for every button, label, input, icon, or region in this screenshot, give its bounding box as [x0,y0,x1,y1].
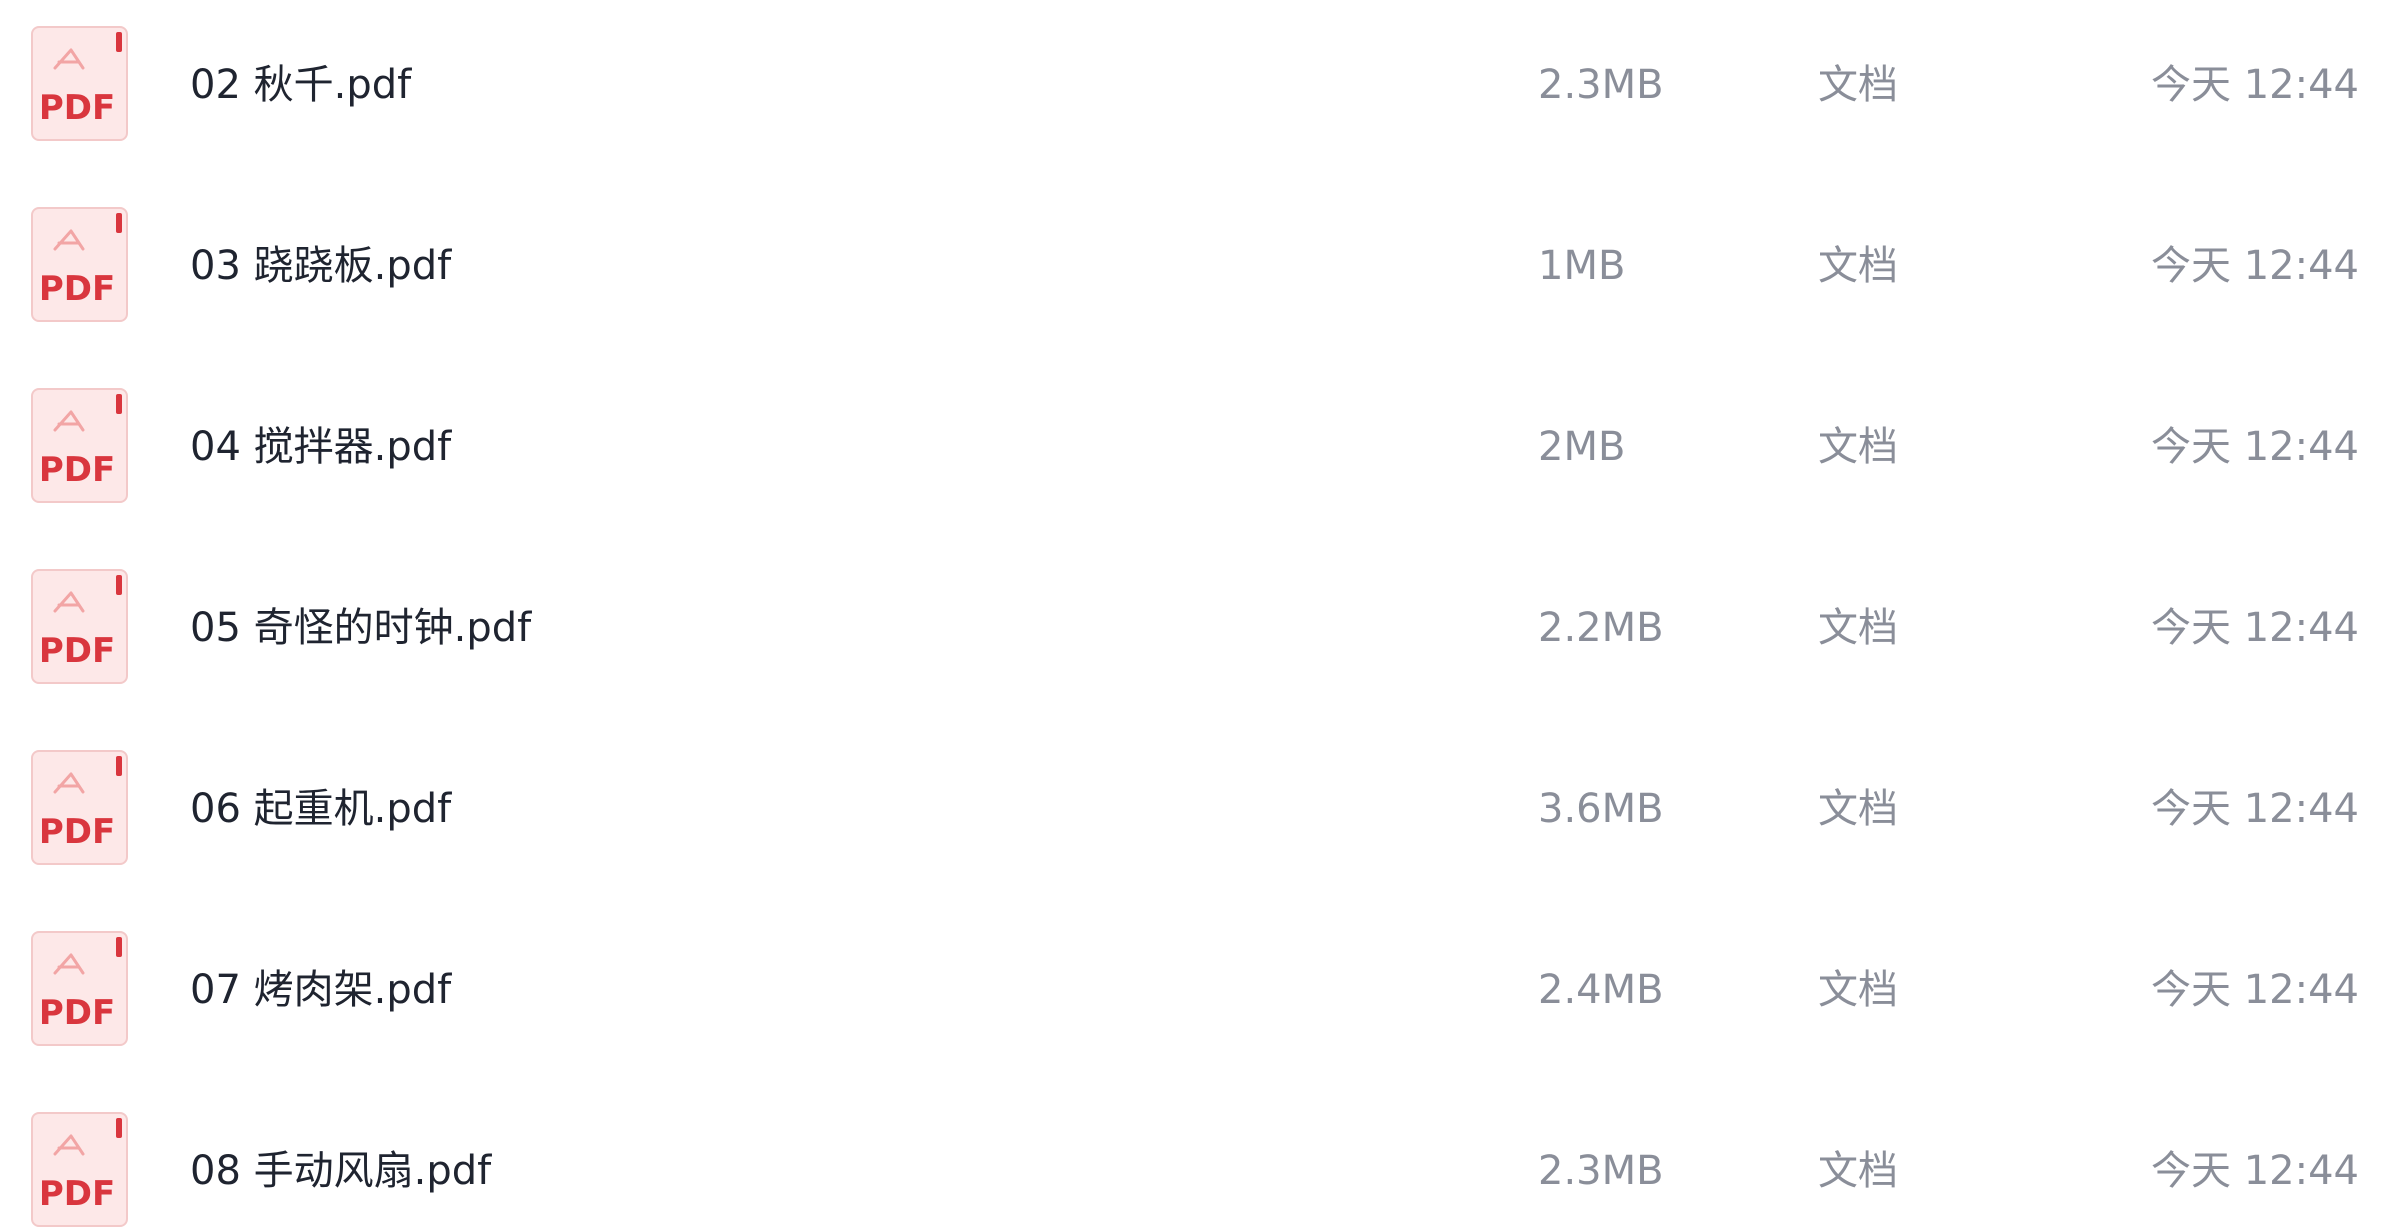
pdf-file-icon: PDF [31,931,128,1046]
file-row[interactable]: PDF 07 烤肉架.pdf 2.4MB 文档 今天 12:44 [0,905,2397,1086]
file-type: 文档 [1818,786,1898,832]
file-modified-time: 今天 12:44 [2151,786,2359,832]
file-modified-time: 今天 12:44 [2151,62,2359,108]
pdf-file-icon: PDF [31,207,128,322]
file-type: 文档 [1818,605,1898,651]
file-row[interactable]: PDF 03 跷跷板.pdf 1MB 文档 今天 12:44 [0,181,2397,362]
file-row[interactable]: PDF 05 奇怪的时钟.pdf 2.2MB 文档 今天 12:44 [0,543,2397,724]
file-size: 2.2MB [1538,605,1664,651]
file-type: 文档 [1818,967,1898,1013]
file-name[interactable]: 04 搅拌器.pdf [190,419,451,475]
file-size: 2.3MB [1538,1148,1664,1194]
file-list: PDF 02 秋千.pdf 2.3MB 文档 今天 12:44 PDF 03 跷… [0,0,2397,1227]
file-size: 1MB [1538,243,1626,289]
file-modified-time: 今天 12:44 [2151,605,2359,651]
file-modified-time: 今天 12:44 [2151,967,2359,1013]
file-modified-time: 今天 12:44 [2151,1148,2359,1194]
file-row[interactable]: PDF 08 手动风扇.pdf 2.3MB 文档 今天 12:44 [0,1086,2397,1227]
pdf-file-icon: PDF [31,1112,128,1227]
file-type: 文档 [1818,62,1898,108]
pdf-icon-label: PDF [39,812,115,852]
pdf-file-icon: PDF [31,569,128,684]
file-size: 2.4MB [1538,967,1664,1013]
pdf-file-icon: PDF [31,26,128,141]
file-row[interactable]: PDF 04 搅拌器.pdf 2MB 文档 今天 12:44 [0,362,2397,543]
file-modified-time: 今天 12:44 [2151,424,2359,470]
file-type: 文档 [1818,424,1898,470]
file-name[interactable]: 02 秋千.pdf [190,57,411,113]
file-row[interactable]: PDF 02 秋千.pdf 2.3MB 文档 今天 12:44 [0,0,2397,181]
pdf-icon-label: PDF [39,993,115,1033]
pdf-icon-label: PDF [39,631,115,671]
file-name[interactable]: 08 手动风扇.pdf [190,1143,491,1199]
file-name[interactable]: 06 起重机.pdf [190,781,451,837]
pdf-icon-label: PDF [39,450,115,490]
pdf-icon-label: PDF [39,269,115,309]
file-size: 2.3MB [1538,62,1664,108]
pdf-icon-label: PDF [39,1174,115,1214]
pdf-icon-label: PDF [39,88,115,128]
file-size: 2MB [1538,424,1626,470]
file-name[interactable]: 07 烤肉架.pdf [190,962,451,1018]
file-modified-time: 今天 12:44 [2151,243,2359,289]
file-type: 文档 [1818,243,1898,289]
file-type: 文档 [1818,1148,1898,1194]
file-size: 3.6MB [1538,786,1664,832]
pdf-file-icon: PDF [31,388,128,503]
pdf-file-icon: PDF [31,750,128,865]
file-name[interactable]: 03 跷跷板.pdf [190,238,451,294]
file-row[interactable]: PDF 06 起重机.pdf 3.6MB 文档 今天 12:44 [0,724,2397,905]
file-name[interactable]: 05 奇怪的时钟.pdf [190,600,531,656]
